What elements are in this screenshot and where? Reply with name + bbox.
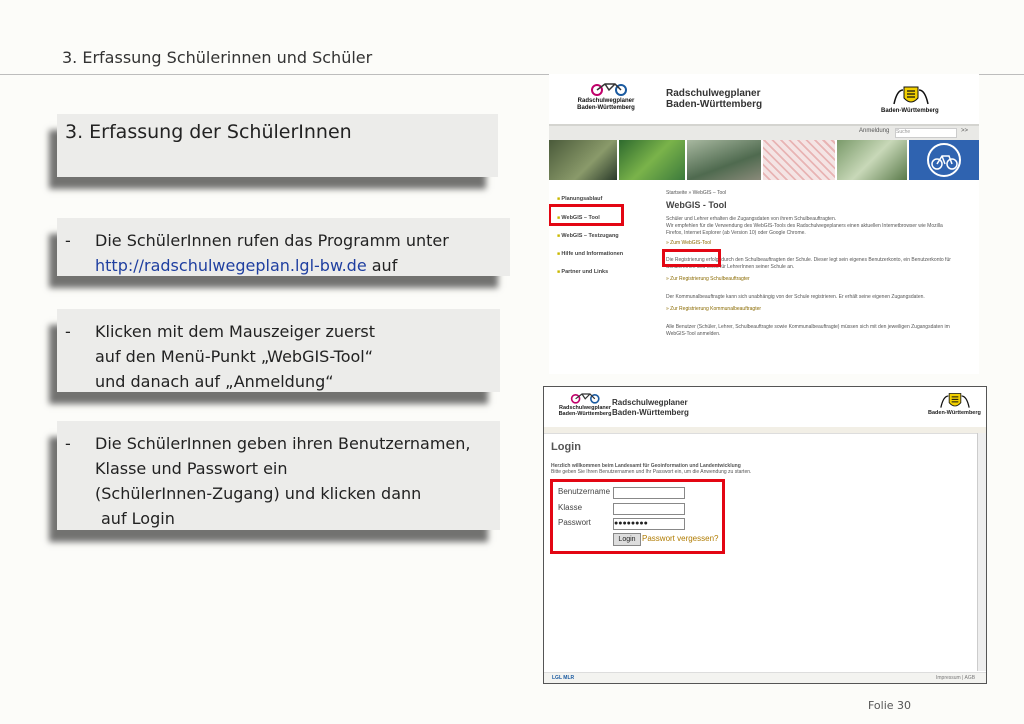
instruction-2-text: Klicken mit dem Mauszeiger zuerst auf de… [95, 319, 375, 394]
slide-header: 3. Erfassung Schülerinnen und Schüler [62, 48, 373, 67]
instruction-1-after: auf [371, 256, 398, 275]
instruction-3-line4: auf Login [101, 509, 175, 528]
banner-photo-2 [619, 140, 685, 180]
banner-photo-5 [837, 140, 907, 180]
instruction-3-text: Die SchülerInnen geben ihren Benutzernam… [95, 431, 471, 531]
highlight-login-form [550, 479, 725, 554]
logo-text: Radschulwegplaner Baden-Württemberg [558, 405, 612, 417]
instruction-3-line1: Die SchülerInnen geben ihren Benutzernam… [95, 434, 471, 453]
bike-sign-icon [927, 143, 961, 177]
instruction-box-2: - Klicken mit dem Mauszeiger zuerst auf … [57, 309, 500, 392]
instruction-2-line1: Klicken mit dem Mauszeiger zuerst [95, 322, 376, 341]
state-crest-icon [940, 393, 970, 408]
footer: LGL MLR Impressum | AGB [544, 672, 986, 683]
login-welcome-note: Herzlich willkommen beim Landesamt für G… [551, 463, 752, 475]
instruction-2-line3: und danach auf „Anmeldung“ [95, 372, 334, 391]
bullet-dash: - [65, 322, 71, 341]
nav-item-webgis-testzugang[interactable]: WebGIS – Testzugang [557, 233, 618, 239]
instruction-1-text: Die SchülerInnen rufen das Programm unte… [95, 228, 449, 278]
instruction-box-1: - Die SchülerInnen rufen das Programm un… [57, 218, 510, 276]
state-name: Baden-Württemberg [881, 108, 939, 114]
instruction-box-3: - Die SchülerInnen geben ihren Benutzern… [57, 421, 500, 530]
search-input[interactable]: Suche [895, 128, 957, 138]
instruction-2-line2: auf den Menü-Punkt „WebGIS-Tool“ [95, 347, 374, 366]
photo-banner [549, 140, 979, 180]
logo-text: Radschulwegplaner Baden-Württemberg [577, 98, 635, 111]
bullet-dash: - [65, 434, 71, 453]
site-header: Radschulwegplaner Baden-Württemberg Radsc… [549, 74, 979, 124]
webgis-tool-link[interactable]: » Zum WebGIS-Tool [666, 240, 976, 247]
slide-number: Folie 30 [868, 699, 912, 712]
page-heading: WebGIS - Tool [666, 200, 727, 210]
header-band [544, 427, 986, 434]
bicycle-logo-icon [570, 393, 600, 404]
paragraph-1: Schüler und Lehrer erhalten die Zugangsd… [666, 216, 943, 236]
footer-links[interactable]: Impressum | AGB [936, 675, 975, 681]
registration-school-link[interactable]: » Zur Registrierung Schulbeauftragter [666, 276, 976, 283]
bicycle-logo-icon [591, 83, 627, 96]
banner-photo-6 [909, 140, 979, 180]
section-title: 3. Erfassung der SchülerInnen [65, 121, 352, 143]
banner-photo-3 [687, 140, 761, 180]
registration-commune-link[interactable]: » Zur Registrierung Kommunalbeauftragter [666, 306, 976, 313]
login-page-screenshot: Radschulwegplaner Baden-Württemberg Radsc… [543, 386, 987, 684]
banner-photo-1 [549, 140, 617, 180]
site-title: Radschulwegplaner Baden-Württemberg [666, 88, 763, 110]
top-bar: Anmeldung Suche >> [549, 124, 979, 140]
bullet-dash: - [65, 231, 71, 250]
instruction-3-line3: (SchülerInnen-Zugang) und klicken dann [95, 484, 422, 503]
login-heading: Login [551, 441, 581, 453]
anmeldung-link[interactable]: Anmeldung [859, 128, 889, 134]
instruction-1-line1: Die SchülerInnen rufen das Programm unte… [95, 231, 449, 250]
footer-logos: LGL MLR [552, 675, 575, 681]
banner-photo-4 [763, 140, 835, 180]
nav-item-partner[interactable]: Partner und Links [557, 269, 608, 275]
scrollbar[interactable] [977, 433, 986, 671]
breadcrumb: Startseite » WebGIS – Tool [666, 190, 727, 196]
state-name: Baden-Württemberg [928, 410, 981, 416]
search-go-button[interactable]: >> [961, 128, 968, 134]
highlight-webgis-menu [549, 204, 624, 226]
highlight-webgis-link [662, 249, 721, 267]
paragraph-3: Der Kommunalbeauftragte kann sich unabhä… [666, 294, 925, 300]
webgis-page-screenshot: Radschulwegplaner Baden-Württemberg Radsc… [549, 74, 979, 374]
nav-item-hilfe[interactable]: Hilfe und Informationen [557, 251, 623, 257]
state-crest-icon [893, 86, 929, 105]
nav-item-planungsablauf[interactable]: Planungsablauf [557, 196, 602, 202]
program-url-link[interactable]: http://radschulwegeplan.lgl-bw.de [95, 256, 367, 275]
site-header: Radschulwegplaner Baden-Württemberg Radsc… [544, 387, 986, 429]
title-box: 3. Erfassung der SchülerInnen [57, 114, 498, 177]
site-title: Radschulwegplaner Baden-Württemberg [612, 398, 689, 417]
instruction-3-line2: Klasse und Passwort ein [95, 459, 288, 478]
paragraph-4: Alle Benutzer (Schüler, Lehrer, Schulbea… [666, 324, 950, 337]
